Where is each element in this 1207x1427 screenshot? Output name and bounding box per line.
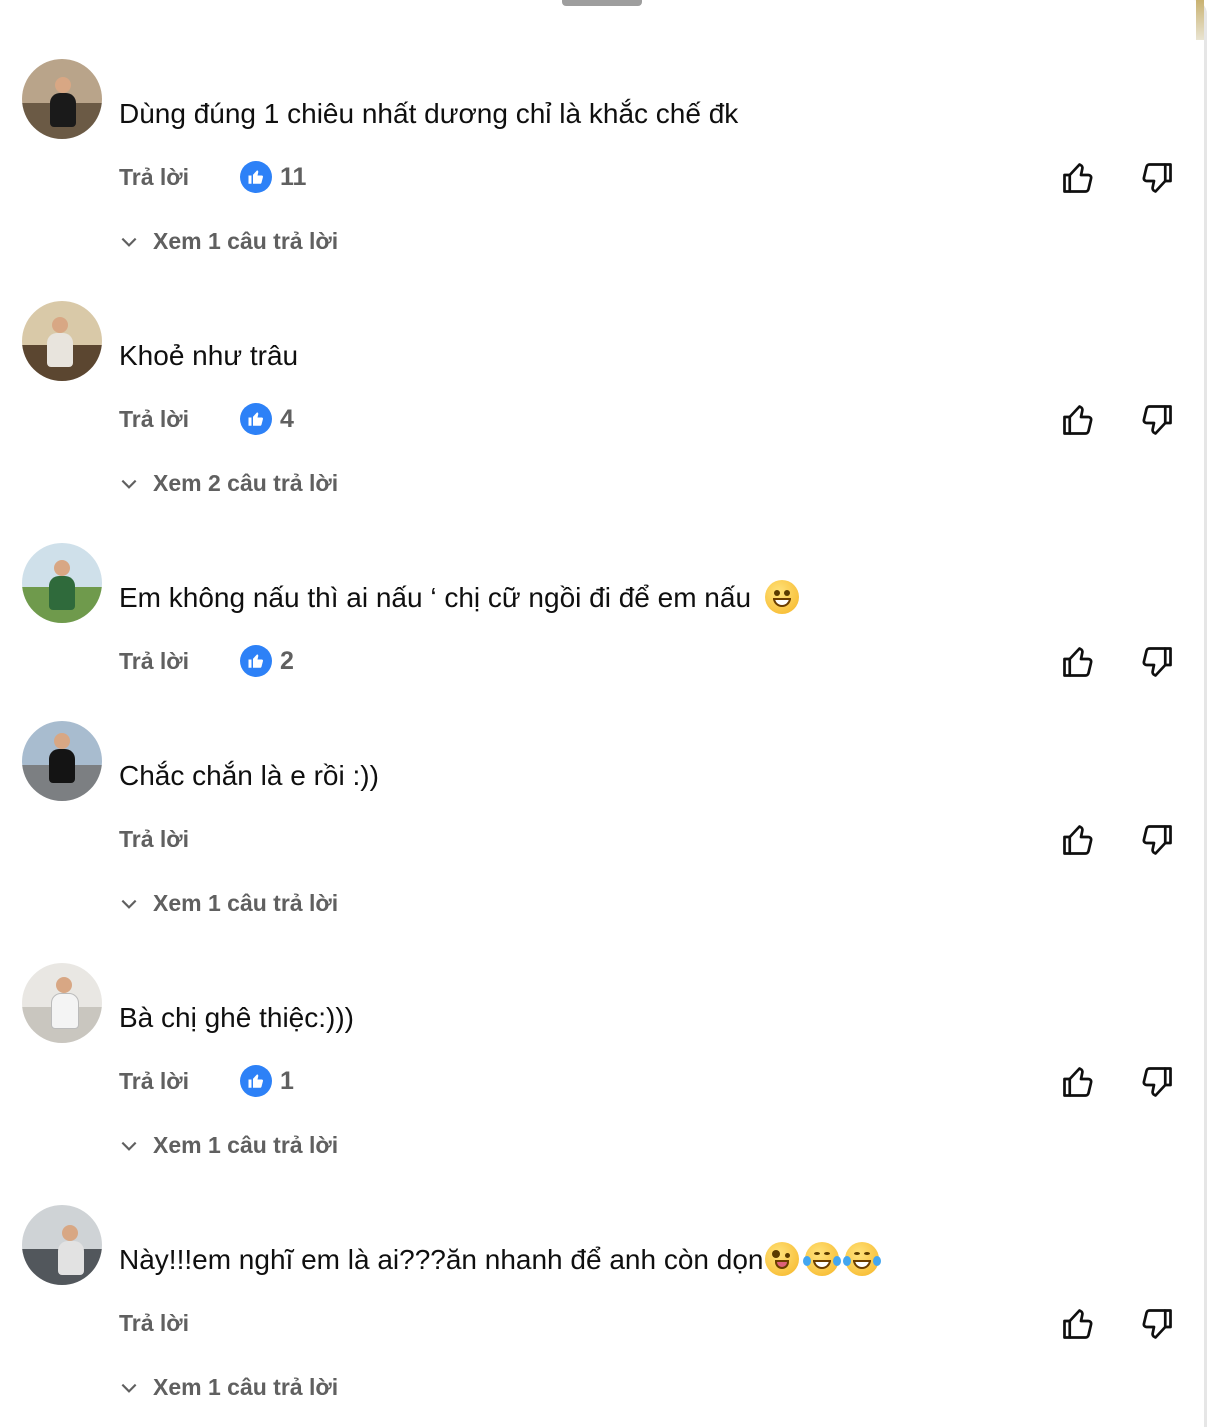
like-button[interactable] xyxy=(1058,1304,1098,1344)
thumb-down-icon xyxy=(1142,1067,1172,1097)
thumb-up-icon xyxy=(1063,1309,1093,1339)
like-button[interactable] xyxy=(1058,820,1098,860)
reply-button[interactable]: Trả lời xyxy=(119,648,189,675)
chevron-down-icon xyxy=(121,1383,137,1393)
tears-of-joy-emoji xyxy=(803,1241,842,1276)
avatar[interactable] xyxy=(22,59,102,139)
thumb-up-icon xyxy=(1063,825,1093,855)
dislike-button[interactable] xyxy=(1137,642,1177,682)
comment-author[interactable] xyxy=(119,66,133,92)
like-count-badge: 4 xyxy=(240,403,294,435)
background-edge xyxy=(1196,0,1204,40)
thumb-up-icon xyxy=(1063,405,1093,435)
avatar[interactable] xyxy=(22,721,102,801)
like-button[interactable] xyxy=(1058,1062,1098,1102)
like-count: 11 xyxy=(280,162,307,191)
like-count-badge: 2 xyxy=(240,645,294,677)
like-count: 4 xyxy=(280,404,294,433)
comment-text: Khoẻ như trâu xyxy=(119,340,299,371)
like-count: 1 xyxy=(280,1066,294,1095)
thumb-up-filled-icon xyxy=(240,1065,272,1097)
dislike-button[interactable] xyxy=(1137,400,1177,440)
dislike-button[interactable] xyxy=(1137,1062,1177,1102)
thumb-down-icon xyxy=(1142,405,1172,435)
avatar[interactable] xyxy=(22,543,102,623)
like-count-badge: 11 xyxy=(240,161,306,193)
chevron-down-icon xyxy=(121,899,137,909)
reply-button[interactable]: Trả lời xyxy=(119,826,189,853)
like-count-badge: 1 xyxy=(240,1065,294,1097)
thumb-up-filled-icon xyxy=(240,161,272,193)
thumb-down-icon xyxy=(1142,647,1172,677)
chevron-down-icon xyxy=(121,479,137,489)
dislike-button[interactable] xyxy=(1137,158,1177,198)
view-replies-button[interactable]: Xem 1 câu trả lời xyxy=(119,890,338,917)
dislike-button[interactable] xyxy=(1137,820,1177,860)
thumb-up-icon xyxy=(1063,163,1093,193)
like-button[interactable] xyxy=(1058,158,1098,198)
chevron-down-icon xyxy=(121,237,137,247)
view-replies-button[interactable]: Xem 1 câu trả lời xyxy=(119,228,338,255)
comment-author[interactable] xyxy=(119,308,133,334)
avatar[interactable] xyxy=(22,963,102,1043)
reply-button[interactable]: Trả lời xyxy=(119,1310,189,1337)
thumb-up-icon xyxy=(1063,647,1093,677)
thumb-down-icon xyxy=(1142,825,1172,855)
reply-button[interactable]: Trả lời xyxy=(119,406,189,433)
avatar[interactable] xyxy=(22,301,102,381)
comment-author[interactable] xyxy=(119,724,133,750)
reply-button[interactable]: Trả lời xyxy=(119,164,189,191)
thumb-down-icon xyxy=(1142,1309,1172,1339)
chevron-down-icon xyxy=(121,1141,137,1151)
grinning-face-emoji xyxy=(764,579,799,614)
view-replies-button[interactable]: Xem 1 câu trả lời xyxy=(119,1132,338,1159)
thumb-up-filled-icon xyxy=(240,645,272,677)
thumb-down-icon xyxy=(1142,163,1172,193)
comments-sheet: Dùng đúng 1 chiêu nhất dương chỉ là khắc… xyxy=(0,0,1207,1427)
dislike-button[interactable] xyxy=(1137,1304,1177,1344)
tears-of-joy-emoji xyxy=(843,1241,882,1276)
comment-text: Này!!!em nghĩ em là ai???ăn nhanh để anh… xyxy=(119,1241,882,1279)
comment-author[interactable] xyxy=(119,966,133,992)
view-replies-button[interactable]: Xem 1 câu trả lời xyxy=(119,1374,338,1401)
thumb-up-icon xyxy=(1063,1067,1093,1097)
comment-author[interactable] xyxy=(119,548,133,574)
drag-handle[interactable] xyxy=(562,0,642,6)
comment-text: Dùng đúng 1 chiêu nhất dương chỉ là khắc… xyxy=(119,98,739,129)
avatar[interactable] xyxy=(22,1205,102,1285)
like-button[interactable] xyxy=(1058,400,1098,440)
thumb-up-filled-icon xyxy=(240,403,272,435)
comment-text: Em không nấu thì ai nấu ‘ chị cữ ngồi đi… xyxy=(119,579,799,617)
like-button[interactable] xyxy=(1058,642,1098,682)
comment-text: Chắc chắn là e rồi :)) xyxy=(119,760,379,791)
comment-author[interactable] xyxy=(119,1208,133,1234)
view-replies-button[interactable]: Xem 2 câu trả lời xyxy=(119,470,338,497)
reply-button[interactable]: Trả lời xyxy=(119,1068,189,1095)
zany-face-emoji xyxy=(765,1241,800,1276)
comment-text: Bà chị ghê thiệc:))) xyxy=(119,1002,354,1033)
like-count: 2 xyxy=(280,646,294,675)
